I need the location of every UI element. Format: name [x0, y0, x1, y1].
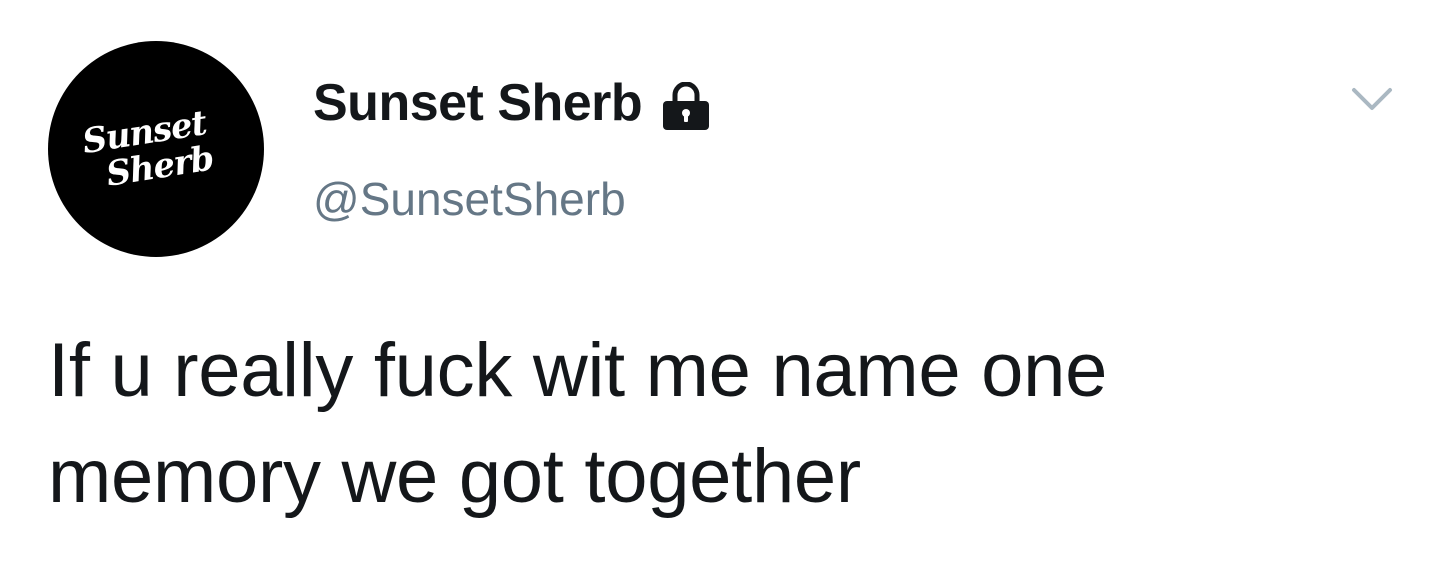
avatar[interactable]: Sunset Sherb: [48, 41, 264, 257]
avatar-logo: Sunset Sherb: [69, 85, 243, 213]
author-row: Sunset Sherb: [313, 68, 712, 138]
tweet-text: If u really fuck wit me name one memory …: [48, 328, 1108, 519]
tweet-card: Sunset Sherb Sunset Sherb @SunsetSherb I…: [0, 0, 1440, 567]
user-handle[interactable]: @SunsetSherb: [313, 172, 626, 226]
lock-icon: [660, 81, 712, 132]
display-name[interactable]: Sunset Sherb: [313, 73, 643, 133]
chevron-down-icon[interactable]: [1348, 80, 1396, 120]
